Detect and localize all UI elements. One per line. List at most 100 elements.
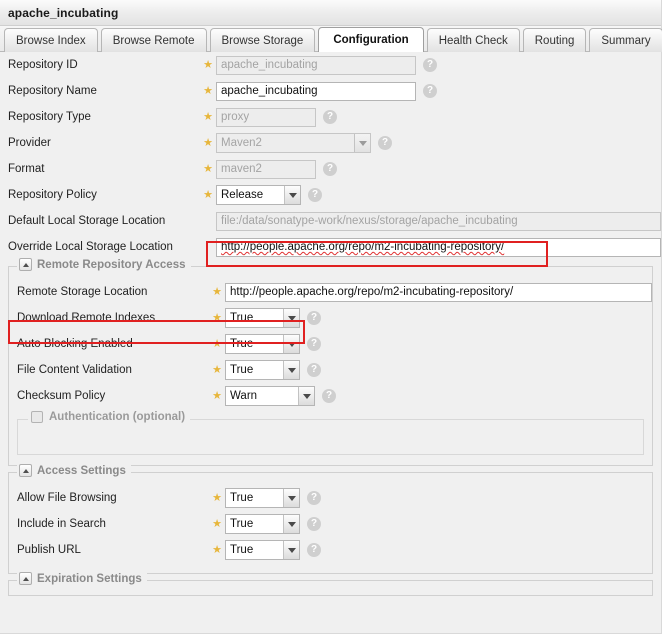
help-icon[interactable]: ? <box>423 58 437 72</box>
field-label-remote-storage-location: Remote Storage Location <box>17 286 148 298</box>
select-value: Maven2 <box>221 137 262 149</box>
required-star-icon: ★ <box>203 110 213 123</box>
authentication-checkbox[interactable] <box>31 411 43 423</box>
select-publish-url[interactable]: True <box>225 540 300 560</box>
field-label-include-in-search: Include in Search <box>17 518 106 530</box>
tab-configuration[interactable]: Configuration <box>318 27 424 52</box>
input-override-local-storage-location[interactable]: http://people.apache.org/repo/m2-incubat… <box>216 237 661 257</box>
form-row-repository-policy: Repository Policy ★ Release? <box>0 182 661 208</box>
select-allow-file-browsing[interactable]: True <box>225 488 300 508</box>
input-repository-id: apache_incubating <box>216 55 416 75</box>
authentication-legend: Authentication (optional) <box>28 411 191 423</box>
input-value: file:/data/sonatype-work/nexus/storage/a… <box>221 215 518 227</box>
chevron-down-icon[interactable] <box>298 387 314 405</box>
chevron-down-icon[interactable] <box>283 489 299 507</box>
tab-bar: Browse Index Browse Remote Browse Storage C… <box>0 26 662 52</box>
tab-browse-storage[interactable]: Browse Storage <box>209 28 316 52</box>
required-star-icon: ★ <box>212 363 222 376</box>
select-auto-blocking-enabled[interactable]: True <box>225 334 300 354</box>
required-star-icon: ★ <box>212 311 222 324</box>
tab-browse-index[interactable]: Browse Index <box>4 28 98 52</box>
input-repository-name[interactable]: apache_incubating <box>216 81 416 101</box>
help-icon[interactable]: ? <box>307 491 321 505</box>
field-label-download-remote-indexes: Download Remote Indexes <box>17 312 156 324</box>
page-title: apache_incubating <box>8 5 119 20</box>
tab-summary[interactable]: Summary <box>589 28 662 52</box>
select-include-in-search[interactable]: True <box>225 514 300 534</box>
form-row-include-in-search: Include in Search ★ True? <box>9 511 652 537</box>
tab-routing[interactable]: Routing <box>522 28 587 52</box>
select-value: True <box>230 338 254 350</box>
chevron-down-icon[interactable] <box>283 541 299 559</box>
collapse-triangle-up-icon[interactable] <box>19 464 32 477</box>
chevron-down-icon[interactable] <box>283 309 299 327</box>
chevron-down-icon[interactable] <box>354 134 370 152</box>
select-value: True <box>230 544 254 556</box>
chevron-down-icon[interactable] <box>283 335 299 353</box>
help-icon[interactable]: ? <box>307 311 321 325</box>
form-row-remote-storage-location: Remote Storage Location ★ http://people.ap… <box>9 279 652 305</box>
required-star-icon: ★ <box>212 285 222 298</box>
required-star-icon: ★ <box>212 543 222 556</box>
tab-browse-remote[interactable]: Browse Remote <box>100 28 207 52</box>
help-icon[interactable]: ? <box>307 543 321 557</box>
field-label-repository-id: Repository ID <box>8 59 78 71</box>
chevron-down-icon[interactable] <box>283 361 299 379</box>
required-star-icon: ★ <box>203 162 213 175</box>
input-remote-storage-location[interactable]: http://people.apache.org/repo/m2-incubat… <box>225 282 652 302</box>
input-value: apache_incubating <box>221 59 318 71</box>
help-icon[interactable]: ? <box>307 517 321 531</box>
field-label-file-content-validation: File Content Validation <box>17 364 132 376</box>
required-star-icon: ★ <box>212 491 222 504</box>
required-star-icon: ★ <box>203 136 213 149</box>
required-star-icon: ★ <box>212 389 222 402</box>
form-row-repository-type: Repository Type ★ proxy? <box>0 104 661 130</box>
select-value: True <box>230 364 254 376</box>
select-checksum-policy[interactable]: Warn <box>225 386 315 406</box>
field-label-override-local-storage-location: Override Local Storage Location <box>8 241 173 253</box>
select-file-content-validation[interactable]: True <box>225 360 300 380</box>
field-label-checksum-policy: Checksum Policy <box>17 390 106 402</box>
form-row-auto-blocking-enabled: Auto Blocking Enabled ★ True? <box>9 331 652 357</box>
select-provider: Maven2 <box>216 133 371 153</box>
collapse-triangle-up-icon[interactable] <box>19 572 32 585</box>
required-star-icon: ★ <box>203 188 213 201</box>
field-label-provider: Provider <box>8 137 51 149</box>
chevron-down-icon[interactable] <box>284 186 300 204</box>
select-value: Warn <box>230 390 258 402</box>
required-star-icon: ★ <box>203 58 213 71</box>
form-row-publish-url: Publish URL ★ True? <box>9 537 652 563</box>
help-icon[interactable]: ? <box>307 363 321 377</box>
help-icon[interactable]: ? <box>307 337 321 351</box>
tab-label: Configuration <box>333 34 409 46</box>
help-icon[interactable]: ? <box>322 389 336 403</box>
tab-label: Routing <box>534 34 575 47</box>
form-row-download-remote-indexes: Download Remote Indexes ★ True? <box>9 305 652 331</box>
remote-field-list: Remote Storage Location ★ http://people.ap… <box>9 279 652 409</box>
help-icon[interactable]: ? <box>323 110 337 124</box>
form-row-repository-id: Repository ID ★ apache_incubating? <box>0 52 661 78</box>
select-repository-policy[interactable]: Release <box>216 185 301 205</box>
select-value: True <box>230 518 254 530</box>
help-icon[interactable]: ? <box>378 136 392 150</box>
required-star-icon: ★ <box>212 337 222 350</box>
help-icon[interactable]: ? <box>323 162 337 176</box>
field-label-default-local-storage-location: Default Local Storage Location <box>8 215 166 227</box>
access-settings-legend: Access Settings <box>17 464 131 477</box>
form-row-allow-file-browsing: Allow File Browsing ★ True? <box>9 485 652 511</box>
chevron-down-icon[interactable] <box>283 515 299 533</box>
input-value: proxy <box>221 111 250 123</box>
field-label-repository-policy: Repository Policy <box>8 189 97 201</box>
help-icon[interactable]: ? <box>423 84 437 98</box>
collapse-triangle-up-icon[interactable] <box>19 258 32 271</box>
tab-label: Browse Storage <box>221 34 304 47</box>
required-star-icon: ★ <box>203 84 213 97</box>
expiration-settings-section: Expiration Settings <box>8 572 653 596</box>
select-download-remote-indexes[interactable]: True <box>225 308 300 328</box>
form-row-format: Format ★ maven2? <box>0 156 661 182</box>
tab-health-check[interactable]: Health Check <box>426 28 520 52</box>
help-icon[interactable]: ? <box>308 188 322 202</box>
main-field-list: Repository ID ★ apache_incubating? Reposito… <box>0 52 661 260</box>
remote-repository-access-legend: Remote Repository Access <box>17 258 191 271</box>
field-label-auto-blocking-enabled: Auto Blocking Enabled <box>17 338 133 350</box>
